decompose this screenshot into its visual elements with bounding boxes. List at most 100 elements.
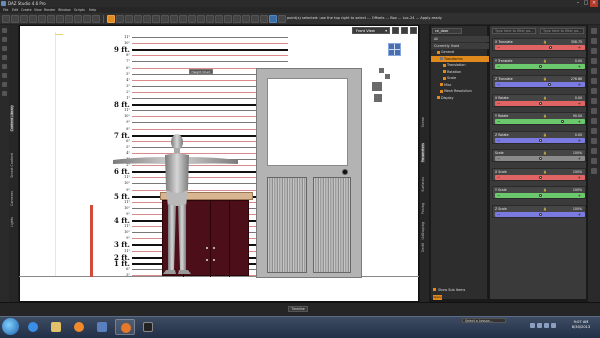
decrement-icon[interactable]: − xyxy=(497,212,500,217)
property-group-item[interactable]: Scale xyxy=(431,75,489,81)
universal-tool-icon[interactable] xyxy=(107,15,115,23)
pane-options-icon[interactable] xyxy=(591,28,597,34)
human-figure[interactable] xyxy=(110,130,240,280)
menu-file[interactable]: File xyxy=(3,8,8,12)
increment-icon[interactable]: + xyxy=(578,82,581,87)
viewport-menu-icon[interactable] xyxy=(392,27,399,34)
menu-scripts[interactable]: Scripts xyxy=(74,8,85,12)
flag-icon[interactable] xyxy=(551,323,556,328)
new-scene-icon[interactable] xyxy=(2,15,10,23)
parameter-value[interactable]: 358.75 xyxy=(571,40,582,44)
view-select-dropdown[interactable]: Front View ▾ xyxy=(352,27,390,34)
undo-icon[interactable] xyxy=(2,46,7,51)
decrement-icon[interactable]: − xyxy=(497,119,500,124)
spot-render-icon[interactable] xyxy=(65,15,73,23)
parameter-filter-input[interactable]: Type here to filter pa... xyxy=(492,28,536,34)
property-group-item[interactable]: General xyxy=(431,49,489,55)
tab-lights[interactable]: Lights xyxy=(10,217,14,227)
undo-icon[interactable] xyxy=(29,15,37,23)
decrement-icon[interactable]: − xyxy=(497,156,500,161)
camera-icon[interactable] xyxy=(591,128,597,134)
measure-tool-icon[interactable] xyxy=(206,15,214,23)
windows-start-icon[interactable] xyxy=(2,318,19,335)
property-group-item[interactable]: All xyxy=(431,36,489,42)
rigging-tool-icon[interactable] xyxy=(233,15,241,23)
gear-icon[interactable] xyxy=(591,58,597,64)
taskbar-explorer-icon[interactable] xyxy=(46,319,66,335)
lock-icon[interactable]: 🔒 xyxy=(543,77,547,81)
property-group-item[interactable]: Mesh Resolution xyxy=(431,88,489,94)
tab-posing[interactable]: Posing xyxy=(421,203,425,214)
surface-selection-icon[interactable] xyxy=(170,15,178,23)
orbit-icon[interactable] xyxy=(379,68,384,73)
sphere-icon[interactable] xyxy=(591,108,597,114)
frame-icon[interactable] xyxy=(374,94,382,102)
layout-tool-icon[interactable] xyxy=(278,15,286,23)
slider-knob[interactable] xyxy=(538,157,542,160)
parameter-slider[interactable]: X Rotate 🔒 0.00 − + xyxy=(492,93,586,107)
lock-icon[interactable]: 🔒 xyxy=(543,151,547,155)
script-icon[interactable] xyxy=(591,148,597,154)
parameter-value[interactable]: 0.00 xyxy=(575,59,582,63)
parameter-value[interactable]: 90.00 xyxy=(573,114,582,118)
slider-knob[interactable] xyxy=(538,138,542,142)
grid-icon[interactable] xyxy=(591,158,597,164)
node-search-input[interactable]: ce_door xyxy=(432,28,462,34)
parameter-slider[interactable]: Y Translate 🔒 0.00 − + xyxy=(492,56,586,70)
tab-dedit[interactable]: Dedit xyxy=(421,243,425,252)
light-bulb-icon[interactable] xyxy=(2,91,7,96)
taskbar-ie-icon[interactable] xyxy=(23,319,43,335)
morph-tool-icon[interactable] xyxy=(242,15,250,23)
user-icon[interactable] xyxy=(2,82,7,87)
link-icon[interactable] xyxy=(591,98,597,104)
region-nav-icon[interactable] xyxy=(179,15,187,23)
lock-icon[interactable]: 🔒 xyxy=(543,114,547,118)
lock-icon[interactable]: 🔒 xyxy=(543,170,547,174)
increment-icon[interactable]: + xyxy=(578,193,581,198)
lights-icon[interactable] xyxy=(83,15,91,23)
active-pose-icon[interactable] xyxy=(197,15,205,23)
decrement-icon[interactable]: − xyxy=(497,45,500,50)
property-group-item[interactable]: Transforms xyxy=(431,55,489,62)
redo-icon[interactable] xyxy=(38,15,46,23)
increment-icon[interactable]: + xyxy=(578,156,581,161)
parameter-value[interactable]: 100% xyxy=(573,188,582,192)
texture-tool-icon[interactable] xyxy=(251,15,259,23)
file-icon[interactable] xyxy=(2,37,7,42)
parameter-slider[interactable]: X Translate 🔒 358.75 − + xyxy=(492,38,586,51)
pan-icon[interactable] xyxy=(385,74,390,79)
menu-help[interactable]: Help xyxy=(89,8,96,12)
menu-window[interactable]: Window xyxy=(58,8,71,12)
property-group-item[interactable]: Misc xyxy=(431,82,489,88)
tab-scene[interactable]: Scene xyxy=(421,117,425,127)
property-group-item[interactable]: Rotation xyxy=(431,69,489,75)
slider-knob[interactable] xyxy=(547,83,551,86)
parameter-value[interactable]: 100% xyxy=(573,207,582,211)
tag-icon[interactable] xyxy=(591,168,597,174)
tab-content-library[interactable]: Content Library xyxy=(10,105,14,132)
viewport-maximize-icon[interactable] xyxy=(410,27,417,34)
parameter-value[interactable]: 276.86 xyxy=(571,77,582,81)
decrement-icon[interactable]: − xyxy=(497,64,500,69)
rotate-tool-icon[interactable] xyxy=(125,15,133,23)
slider-knob[interactable] xyxy=(538,194,542,197)
increment-icon[interactable]: + xyxy=(578,64,581,69)
dolly-icon[interactable] xyxy=(372,82,382,91)
taskbar-firefox-icon[interactable] xyxy=(115,319,135,335)
joint-editor-icon[interactable] xyxy=(143,15,151,23)
apply-button[interactable]: Apply xyxy=(433,295,442,300)
pin-icon[interactable] xyxy=(2,64,7,69)
render-settings-icon[interactable] xyxy=(56,15,64,23)
slider-track[interactable] xyxy=(495,82,585,87)
parameter-value[interactable]: 0.00 xyxy=(575,96,582,100)
slider-track[interactable] xyxy=(495,119,585,124)
parameter-slider[interactable]: Y Rotate 🔒 90.00 − + xyxy=(492,112,586,125)
view-cube-control[interactable] xyxy=(388,43,401,56)
open-icon[interactable] xyxy=(11,15,19,23)
lock-icon[interactable]: 🔒 xyxy=(543,59,547,63)
slider-knob[interactable] xyxy=(538,175,542,179)
network-icon[interactable] xyxy=(537,323,542,328)
tab-smart-content[interactable]: Smart Content xyxy=(10,153,14,178)
layers-icon[interactable] xyxy=(591,68,597,74)
geometry-editor-icon[interactable] xyxy=(161,15,169,23)
